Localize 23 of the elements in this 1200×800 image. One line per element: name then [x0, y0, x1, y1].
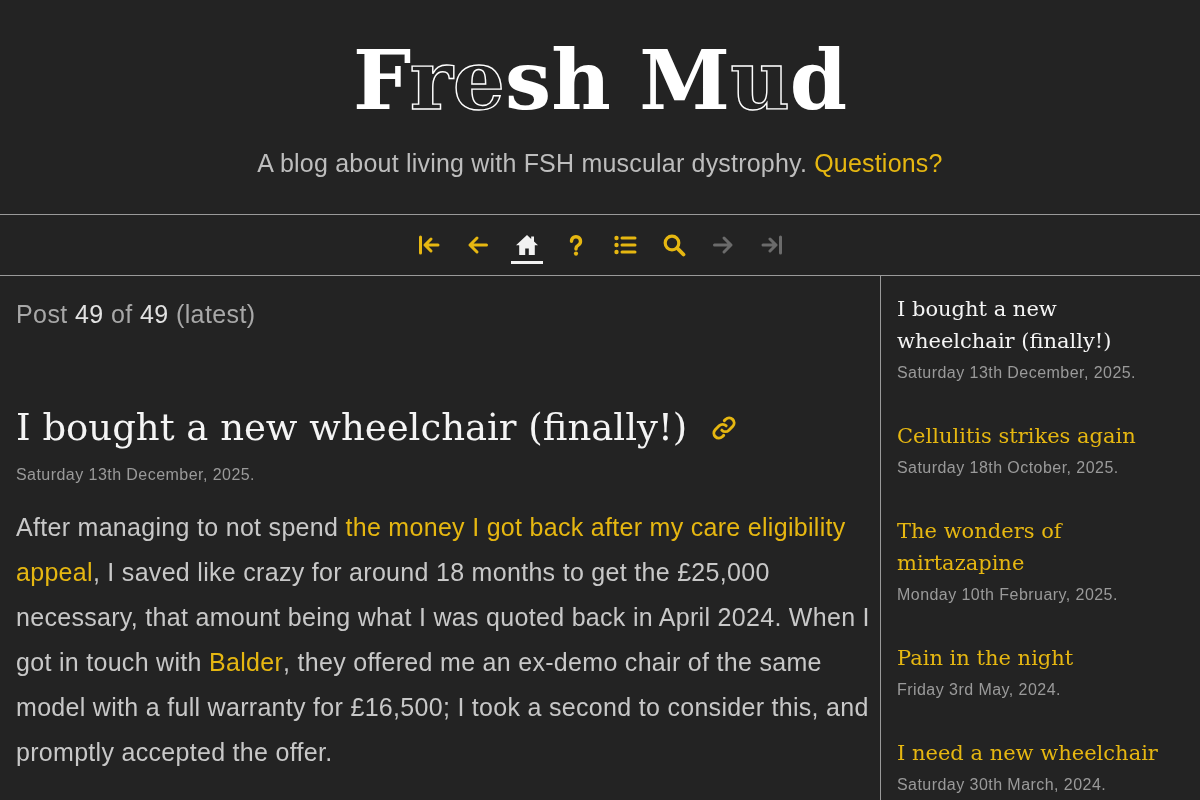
- sidebar-post-link[interactable]: Cellulitis strikes again: [897, 420, 1136, 452]
- sidebar-post-date: Monday 10th February, 2025.: [897, 585, 1119, 605]
- post-date: Saturday 13th December, 2025.: [16, 465, 256, 485]
- chain-link-icon[interactable]: [711, 415, 738, 441]
- questions-link[interactable]: Questions?: [814, 149, 943, 177]
- search-icon: [661, 232, 686, 257]
- sidebar-post-date: Saturday 13th December, 2025.: [897, 363, 1137, 383]
- text-link[interactable]: appeal: [16, 558, 93, 586]
- post-counter: Post 49 of 49 (latest): [16, 299, 257, 330]
- current-post-title: I bought a new wheelchair (finally!): [897, 296, 1113, 355]
- sidebar-post-link[interactable]: I need a new wheelchair: [897, 737, 1158, 769]
- post-title: I bought a new wheelchair (finally!): [16, 405, 688, 451]
- sidebar-post-date: Saturday 18th October, 2025.: [897, 458, 1120, 478]
- sidebar-post-link[interactable]: The wonders of mirtazapine: [897, 515, 1180, 579]
- sidebar-post-date: Saturday 30th March, 2024.: [897, 775, 1108, 795]
- site-title: Fresh Mud: [352, 31, 848, 130]
- sidebar-post-link[interactable]: Pain in the night: [897, 642, 1074, 674]
- tagline: A blog about living with FSH muscular dystrophy. Questions?: [257, 148, 943, 179]
- home-icon: [514, 232, 539, 257]
- text-link[interactable]: Balder: [209, 648, 284, 676]
- sidebar-post-date: Friday 3rd May, 2024.: [897, 680, 1062, 700]
- post-paragraph: After managing to not spend the money I got back after my care eligibility appeal, I saved like crazy for around 18 months to get the £25,000 necessary, that amount being what I was quoted back in April 2024. When I got in touch with Balder, they offered me an ex-demo chair of the same model with a full warranty for £16,500; I took a second to consider this, and promptly accepted the offer.: [16, 512, 871, 768]
- text-link[interactable]: the money I got back after my care eligibility: [345, 513, 846, 541]
